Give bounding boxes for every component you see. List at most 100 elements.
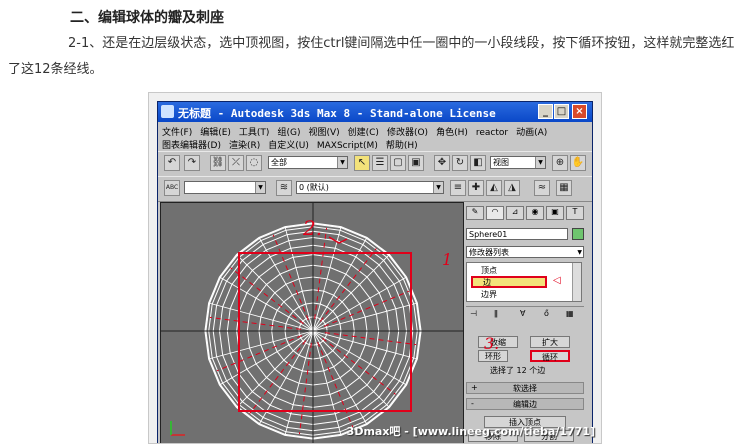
remove-modifier-icon[interactable]: ő [544, 309, 549, 318]
soft-selection-rollout[interactable]: + 软选择 [466, 382, 584, 394]
named-selection-icon[interactable]: ABC [164, 180, 180, 196]
unlink-icon[interactable]: ⤫ [228, 155, 244, 171]
set-current-layer-icon[interactable]: ◮ [504, 180, 520, 196]
meridian-line [312, 302, 418, 332]
modifier-list-dropdown[interactable]: 修改器列表 ▼ [466, 246, 584, 258]
window-title: 无标题 - Autodesk 3ds Max 8 - Stand-alone L… [178, 107, 496, 120]
pivot-icon[interactable]: ⊕ [552, 155, 568, 171]
redo-icon[interactable]: ↷ [184, 155, 200, 171]
add-layer-icon[interactable]: ✚ [468, 180, 484, 196]
chevron-down-icon: ▼ [337, 157, 347, 168]
menu-item[interactable]: 渲染(R) [229, 141, 260, 151]
collapse-icon: - [471, 399, 474, 408]
meridian-line [236, 254, 314, 332]
menu-item[interactable]: 动画(A) [516, 128, 547, 138]
pointer-arrow-icon: ◁ [553, 275, 561, 286]
watermark: 3Dmax吧 - [www.lineeg.com/tieba/1771] [346, 425, 595, 438]
chevron-down-icon: ▼ [255, 182, 265, 193]
menu-item[interactable]: 自定义(U) [268, 141, 309, 151]
menu-item[interactable]: 编辑(E) [200, 128, 231, 138]
stack-tools-row: ⊣ ǁ ∀ ő ▦ [466, 306, 584, 323]
meridian-line [312, 330, 390, 408]
chevron-down-icon: ▼ [535, 157, 545, 168]
menu-item[interactable]: 工具(T) [239, 128, 270, 138]
layer-dropdown[interactable]: 0 (默认) ▼ [296, 181, 444, 194]
layer-manager-icon[interactable]: ≡ [450, 180, 466, 196]
meridian-line [284, 330, 314, 436]
stack-item-vertex[interactable]: 顶点 [481, 265, 497, 276]
menu-item[interactable]: 角色(H) [436, 128, 468, 138]
modifier-stack: 顶点 边 边界 ◁ [466, 262, 582, 302]
link-icon[interactable]: ⛓ [210, 155, 226, 171]
menu-item[interactable]: 修改器(O) [387, 128, 428, 138]
make-unique-icon[interactable]: ∀ [520, 309, 525, 318]
show-end-result-icon[interactable]: ǁ [494, 309, 498, 318]
edit-edges-rollout[interactable]: - 编辑边 [466, 398, 584, 410]
select-in-layer-icon[interactable]: ◭ [486, 180, 502, 196]
select-by-name-icon[interactable]: ☰ [372, 155, 388, 171]
meridian-line [208, 330, 314, 360]
menu-item[interactable]: MAXScript(M) [317, 141, 378, 151]
command-panel: ✎ ◠ ⊿ ◉ ▣ T Sphere01 修改器列表 ▼ 顶点 边 边界 ◁ 1… [442, 202, 592, 443]
menu-item[interactable]: 创建(C) [348, 128, 379, 138]
menu-item[interactable]: 帮助(H) [386, 141, 418, 151]
manipulate-icon[interactable]: ✋ [570, 155, 586, 171]
layer-value: 0 (默认) [299, 183, 329, 192]
hierarchy-tab-icon[interactable]: ⊿ [506, 206, 524, 220]
menu-item[interactable]: reactor [476, 128, 508, 138]
motion-tab-icon[interactable]: ◉ [526, 206, 544, 220]
schematic-view-icon[interactable]: ▦ [556, 180, 572, 196]
utilities-tab-icon[interactable]: T [566, 206, 584, 220]
top-viewport[interactable]: 2. [160, 202, 464, 443]
menu-item[interactable]: 图表编辑器(D) [162, 141, 221, 151]
meridian-line [312, 254, 390, 332]
pin-stack-icon[interactable]: ⊣ [470, 309, 477, 318]
app-icon [161, 105, 174, 118]
move-icon[interactable]: ✥ [434, 155, 450, 171]
close-button[interactable]: × [572, 104, 587, 119]
layers-icon[interactable]: ≋ [276, 180, 292, 196]
maximize-button[interactable]: □ [554, 104, 569, 119]
stack-item-border[interactable]: 边界 [481, 289, 497, 300]
reference-coord-value: 视图 [493, 158, 509, 167]
meridian-line [312, 330, 342, 436]
rect-selection-icon[interactable]: ▢ [390, 155, 406, 171]
selection-filter-value: 全部 [271, 158, 287, 167]
rotate-icon[interactable]: ↻ [452, 155, 468, 171]
object-name-field[interactable]: Sphere01 [466, 228, 568, 240]
expand-icon: + [471, 383, 478, 392]
scale-icon[interactable]: ◧ [470, 155, 486, 171]
bind-space-warp-icon[interactable]: ◌ [246, 155, 262, 171]
stack-item-edge[interactable]: 边 [471, 276, 547, 288]
select-object-icon[interactable]: ↖ [354, 155, 370, 171]
max-window: 无标题 - Autodesk 3ds Max 8 - Stand-alone L… [157, 101, 593, 443]
section-heading: 二、编辑球体的瓣及刺座 [70, 10, 224, 26]
create-tab-icon[interactable]: ✎ [466, 206, 484, 220]
annotation-one: 1 [442, 250, 453, 269]
minimize-button[interactable]: _ [538, 104, 553, 119]
meridian-line [208, 302, 314, 332]
window-crossing-icon[interactable]: ▣ [408, 155, 424, 171]
modify-tab-icon[interactable]: ◠ [486, 206, 504, 220]
soft-selection-label: 软选择 [513, 384, 537, 393]
menu-item[interactable]: 组(G) [277, 128, 300, 138]
named-selection-dropdown[interactable]: ▼ [184, 181, 266, 194]
menu-item[interactable]: 视图(V) [308, 128, 339, 138]
configure-sets-icon[interactable]: ▦ [566, 309, 574, 318]
menu-item[interactable]: 文件(F) [162, 128, 192, 138]
secondary-toolbar: ABC ▼ ≋ 0 (默认) ▼ ≡ ✚ ◭ ◮ ≈ ▦ [158, 176, 592, 202]
undo-icon[interactable]: ↶ [164, 155, 180, 171]
main-toolbar: ↶ ↷ ⛓ ⤫ ◌ 全部 ▼ ↖ ☰ ▢ ▣ ✥ ↻ ◧ 视图 ▼ ⊕ ✋ [158, 151, 592, 177]
embedded-screenshot: 无标题 - Autodesk 3ds Max 8 - Stand-alone L… [148, 92, 602, 444]
grow-button[interactable]: 扩大 [530, 336, 570, 348]
curve-editor-icon[interactable]: ≈ [534, 180, 550, 196]
loop-button[interactable]: 循环 [530, 350, 570, 362]
object-color-swatch[interactable] [572, 228, 584, 240]
display-tab-icon[interactable]: ▣ [546, 206, 564, 220]
stack-scrollbar[interactable] [572, 263, 581, 301]
selection-filter-dropdown[interactable]: 全部 ▼ [268, 156, 348, 169]
edit-edges-label: 编辑边 [513, 400, 537, 409]
meridian-line [284, 226, 314, 332]
instruction-paragraph: 2-1、还是在边层级状态，选中顶视图，按住ctrl键间隔选中任一圈中的一小段线段… [8, 36, 735, 77]
reference-coord-dropdown[interactable]: 视图 ▼ [490, 156, 546, 169]
